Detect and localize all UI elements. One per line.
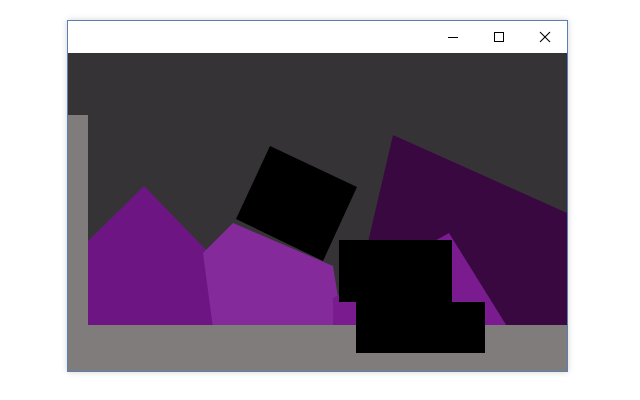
ground-platform xyxy=(68,325,567,371)
minimize-button[interactable] xyxy=(430,21,476,53)
black-box xyxy=(356,302,485,353)
physics-scene xyxy=(68,53,567,371)
game-canvas[interactable] xyxy=(68,53,567,371)
close-icon xyxy=(539,31,551,43)
maximize-button[interactable] xyxy=(476,21,522,53)
black-box xyxy=(339,240,452,302)
title-bar[interactable] xyxy=(68,21,567,53)
left-wall xyxy=(68,115,88,371)
app-window xyxy=(67,20,568,372)
close-button[interactable] xyxy=(522,21,568,53)
minimize-icon xyxy=(448,37,458,38)
maximize-icon xyxy=(494,32,504,42)
